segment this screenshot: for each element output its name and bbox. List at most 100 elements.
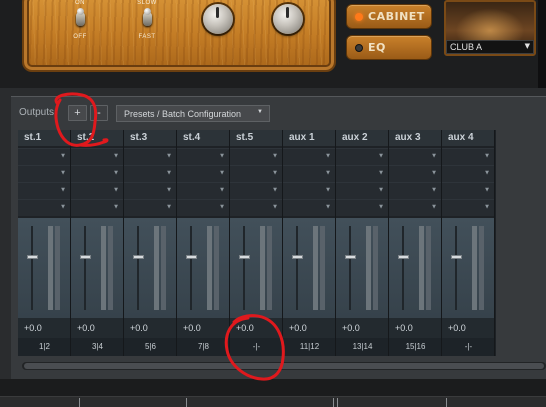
routing-slot[interactable]: ▼ [442,148,495,165]
routing-slot[interactable]: ▼ [177,199,230,216]
fader-track [243,226,245,310]
output-assignment[interactable]: 11|12 [283,338,336,356]
routing-slot[interactable]: ▼ [177,148,230,165]
channel-name[interactable]: st.1 [18,130,71,146]
fader-handle[interactable] [186,255,197,259]
output-assignment[interactable]: -|- [230,338,283,356]
scrollbar-thumb[interactable] [24,363,544,369]
routing-slot[interactable]: ▼ [177,165,230,182]
channel-name[interactable]: aux 3 [389,130,442,146]
routing-slot[interactable]: ▼ [442,199,495,216]
routing-slot[interactable]: ▼ [442,182,495,199]
routing-slot[interactable]: ▼ [442,165,495,182]
routing-slot[interactable]: ▼ [336,182,389,199]
fader-handle[interactable] [80,255,91,259]
routing-slot[interactable]: ▼ [18,199,71,216]
routing-slot[interactable]: ▼ [389,182,442,199]
add-output-button[interactable]: + [68,105,87,121]
output-assignment[interactable]: 5|6 [124,338,177,356]
routing-slot[interactable]: ▼ [230,165,283,182]
gain-value[interactable]: +0.0 [442,318,495,338]
presets-batch-dropdown[interactable]: Presets / Batch Configuration ▼ [116,105,270,122]
routing-slot[interactable]: ▼ [336,148,389,165]
output-assignment[interactable]: 1|2 [18,338,71,356]
gain-value[interactable]: +0.0 [18,318,71,338]
fader-handle[interactable] [239,255,250,259]
routing-slot[interactable]: ▼ [283,148,336,165]
output-assignment[interactable]: 7|8 [177,338,230,356]
routing-slot[interactable]: ▼ [283,182,336,199]
routing-slot[interactable]: ▼ [336,165,389,182]
chevron-down-icon: ▼ [220,153,224,159]
chevron-down-icon: ▼ [220,170,224,176]
routing-slot[interactable]: ▼ [71,148,124,165]
ruler-tick [186,398,187,407]
slow-fast-switch[interactable] [143,8,152,26]
channel-name[interactable]: aux 1 [283,130,336,146]
gain-value[interactable]: +0.0 [71,318,124,338]
chevron-down-icon: ▼ [432,153,436,159]
fader-section [124,218,177,318]
amp-knob-2[interactable] [273,4,303,34]
routing-slot[interactable]: ▼ [124,199,177,216]
channel-name[interactable]: st.5 [230,130,283,146]
routing-slot[interactable]: ▼ [230,199,283,216]
amp-knob-1[interactable] [203,4,233,34]
channel-strip: aux 2 ▼ ▼ ▼ ▼ +0.0 13|14 [336,130,389,356]
gain-value[interactable]: +0.0 [283,318,336,338]
routing-slot[interactable]: ▼ [18,182,71,199]
gain-value[interactable]: +0.0 [230,318,283,338]
routing-slot[interactable]: ▼ [389,148,442,165]
on-off-switch[interactable] [76,8,85,26]
gain-value[interactable]: +0.0 [336,318,389,338]
routing-slot[interactable]: ▼ [124,148,177,165]
gain-value[interactable]: +0.0 [124,318,177,338]
fader-section [283,218,336,318]
output-assignment[interactable]: -|- [442,338,495,356]
chevron-down-icon: ▼ [273,170,277,176]
routing-slot[interactable]: ▼ [283,165,336,182]
channel-name[interactable]: st.3 [124,130,177,146]
switch1-top-label: ON [75,0,85,6]
routing-slot[interactable]: ▼ [230,182,283,199]
cabinet-button[interactable]: CABINET [346,4,432,29]
routing-slot[interactable]: ▼ [18,148,71,165]
fader-track [137,226,139,310]
fader-handle[interactable] [398,255,409,259]
routing-slot[interactable]: ▼ [177,182,230,199]
routing-slot[interactable]: ▼ [71,165,124,182]
room-preset-select[interactable]: CLUB A ▼ [446,40,534,54]
routing-slot[interactable]: ▼ [71,199,124,216]
routing-slot[interactable]: ▼ [124,182,177,199]
channel-name[interactable]: st.2 [71,130,124,146]
channel-name[interactable]: st.4 [177,130,230,146]
routing-slot[interactable]: ▼ [18,165,71,182]
gain-value[interactable]: +0.0 [177,318,230,338]
fader-handle[interactable] [345,255,356,259]
eq-button[interactable]: EQ [346,35,432,60]
gain-value[interactable]: +0.0 [389,318,442,338]
fader-handle[interactable] [133,255,144,259]
routing-slot[interactable]: ▼ [230,148,283,165]
routing-slot[interactable]: ▼ [71,182,124,199]
fader-handle[interactable] [451,255,462,259]
chevron-down-icon: ▼ [220,187,224,193]
routing-slot[interactable]: ▼ [336,199,389,216]
chevron-down-icon: ▼ [485,153,489,159]
output-assignment[interactable]: 13|14 [336,338,389,356]
output-assignment[interactable]: 3|4 [71,338,124,356]
chevron-down-icon: ▼ [326,153,330,159]
output-assignment[interactable]: 15|16 [389,338,442,356]
routing-slot[interactable]: ▼ [124,165,177,182]
presets-label: Presets / Batch Configuration [124,109,242,119]
fader-handle[interactable] [27,255,38,259]
routing-slot[interactable]: ▼ [283,199,336,216]
routing-slot[interactable]: ▼ [389,165,442,182]
routing-slot[interactable]: ▼ [389,199,442,216]
channel-name[interactable]: aux 4 [442,130,495,146]
cabinet-label: CABINET [368,10,425,23]
remove-output-button[interactable]: - [90,105,108,121]
fader-handle[interactable] [292,255,303,259]
chevron-down-icon: ▼ [167,170,171,176]
channel-name[interactable]: aux 2 [336,130,389,146]
